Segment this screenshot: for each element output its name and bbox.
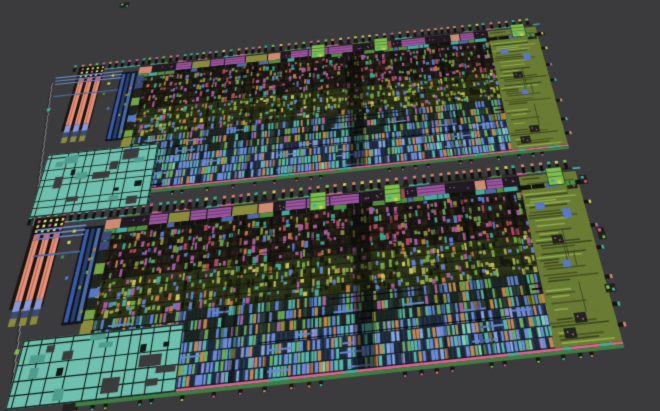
chip-layout-canvas[interactable] <box>0 0 660 411</box>
layout-viewer-viewport <box>0 0 660 411</box>
